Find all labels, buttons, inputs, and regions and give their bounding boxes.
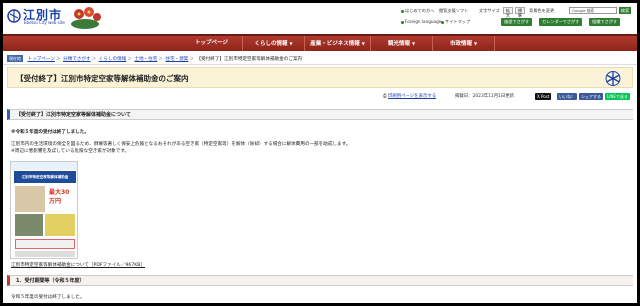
bullet-icon [441,20,444,24]
font-size-enlarge-button[interactable]: 拡大 [503,7,513,18]
breadcrumb-separator: ＞ [158,57,163,62]
link-change-bg[interactable]: 背景色を変更 [529,7,554,14]
leaflet-title: 江別市特定空家等解体補助金 [14,171,76,183]
chevron-down-icon: ▼ [411,41,416,46]
chevron-down-icon: ▼ [361,41,365,46]
leaflet-header-strip [11,162,77,170]
breadcrumb-separator: ＞ [91,57,97,62]
pdf-download-link[interactable]: 江別市特定空家等解体補助金について［PDFファイル／967KB］ [11,262,145,268]
link-foreign-language-label: Foreign language [405,19,442,24]
site-logo[interactable]: 江別市 Ebetsu City web site [7,6,101,29]
x-post-button[interactable]: X Post [535,93,552,100]
print-link-label: 印刷用ページを表示する [387,94,437,99]
breadcrumb-item[interactable]: 住宅・建築 [165,57,188,62]
breadcrumb-badge: 現在地 [7,55,23,62]
bullet-icon [401,20,404,24]
print-link[interactable]: ⎙ 印刷用ページを表示する [383,92,436,101]
city-snowflake-emblem-icon [605,71,621,86]
notice-text: ※令和５年度の受付は終了しました。 [11,130,89,135]
breadcrumb-item[interactable]: トップページ [27,57,54,62]
link-foreign-language[interactable]: Foreign language [401,18,441,25]
page-title: 【受付終了】江別市特定空家等解体補助金のご案内 [16,74,189,83]
leaflet-map [45,214,75,236]
calendar-search-button[interactable]: カレンダーでさがす [539,18,583,26]
facility-search-button[interactable]: 施設でさがす [501,18,533,26]
font-size-label: 文字サイズ [479,8,500,13]
breadcrumb-separator: ＞ [189,57,194,62]
link-reading-support-label: 閲覧支援ソフト [439,8,469,13]
city-emblem-icon [7,9,21,23]
nav-item-business-label: 産業・ビジネス情報 [310,41,360,47]
browser-page: 江別市 Ebetsu City web site はじめての方へ 閲覧支援ソフト… [3,3,637,303]
leaflet-amount: 最大30万円 [49,189,70,205]
leaflet-house-image [15,186,45,212]
breadcrumb-item[interactable]: くらしの情報 [99,57,127,62]
breadcrumb-separator: ＞ [127,57,132,62]
bullet-icon [401,9,404,13]
leaflet-info-box [15,239,75,249]
leaflet-thumbnail[interactable]: 江別市特定空家等解体補助金 最大30万円 [10,161,78,259]
flower-illustration-icon [71,7,101,29]
link-first-time[interactable]: はじめての方へ [401,7,434,14]
logo-subtitle: Ebetsu City web site [24,20,65,25]
global-nav: トップページ くらしの情報 ▼ 産業・ビジネス情報 ▼ 観光情報 ▼ 市政情報 ▼ [3,34,637,51]
leaflet-footer [15,251,75,257]
search-button[interactable]: 検索 [619,7,631,14]
line-share-button[interactable]: LINEで送る [605,93,630,100]
breadcrumb-current: 【受付終了】江別市特定空家等解体補助金のご案内 [196,57,303,62]
search-input[interactable]: Google 検索 [569,7,617,14]
published-date: 掲載日：2023年11月1日更新 [455,94,515,99]
nav-item-living[interactable]: くらしの情報 ▼ [243,36,305,51]
note-text: ※周辺に悪影響を及ぼしている危険な空き家が対象です。 [11,149,130,154]
breadcrumb-item[interactable]: 土地・住宅 [134,57,157,62]
chevron-down-icon: ▼ [473,41,478,46]
link-sitemap[interactable]: サイトマップ [441,18,470,25]
nav-item-living-label: くらしの情報 [254,41,288,47]
link-sitemap-label: サイトマップ [445,19,471,24]
utility-row-bottom: Foreign language サイトマップ 施設でさがす カレンダーでさがす… [401,18,631,26]
nav-item-city-admin-label: 市政情報 [449,41,472,47]
utility-bar: はじめての方へ 閲覧支援ソフト 文字サイズ 拡大 標準 背景色を変更 Googl… [401,7,631,29]
utility-row-top: はじめての方へ 閲覧支援ソフト 文字サイズ 拡大 標準 背景色を変更 Googl… [401,7,631,18]
breadcrumb-separator: ＞ [55,57,61,62]
page-meta: ⎙ 印刷用ページを表示する 掲載日：2023年11月1日更新 X Post いい… [3,92,637,101]
section-heading-period: 1．受付期間等（令和５年度） [7,275,633,286]
font-size-standard-button[interactable]: 標準 [515,7,525,18]
organization-search-button[interactable]: 組織でさがす [589,18,621,26]
breadcrumb-item[interactable]: 分類でさがす [63,57,91,62]
breadcrumb: 現在地 トップページ＞ 分類でさがす＞ くらしの情報＞ 土地・住宅＞ 住宅・建築… [3,55,637,65]
description-text: 江別市内の生活環境の保全を図るため、倒壊等著しく保安上危険となるおそれがある空き… [11,142,351,147]
page-title-bar: 【受付終了】江別市特定空家等解体補助金のご案内 [7,67,633,88]
nav-item-business[interactable]: 産業・ビジネス情報 ▼ [305,36,371,51]
nav-item-city-admin[interactable]: 市政情報 ▼ [433,36,495,51]
nav-item-tourism-label: 観光情報 [387,41,410,47]
leaflet-photo [15,214,43,236]
link-first-time-label: はじめての方へ [405,8,435,13]
nav-item-tourism[interactable]: 観光情報 ▼ [371,36,433,51]
link-reading-support[interactable]: 閲覧支援ソフト [439,7,468,14]
nav-item-top-label: トップページ [195,40,228,46]
facebook-share-button[interactable]: シェアする [579,93,603,100]
nav-item-top[interactable]: トップページ [181,36,243,51]
facebook-like-button[interactable]: いいね！ [557,93,577,100]
site-header: 江別市 Ebetsu City web site はじめての方へ 閲覧支援ソフト… [3,3,637,33]
link-change-bg-label: 背景色を変更 [529,8,555,13]
section-heading-main: 【受付終了】江別市特定空家等解体補助金について [7,109,633,120]
closed-notice-text: 令和５年度の受付は終了しました。 [11,295,85,300]
chevron-down-icon: ▼ [289,41,293,46]
